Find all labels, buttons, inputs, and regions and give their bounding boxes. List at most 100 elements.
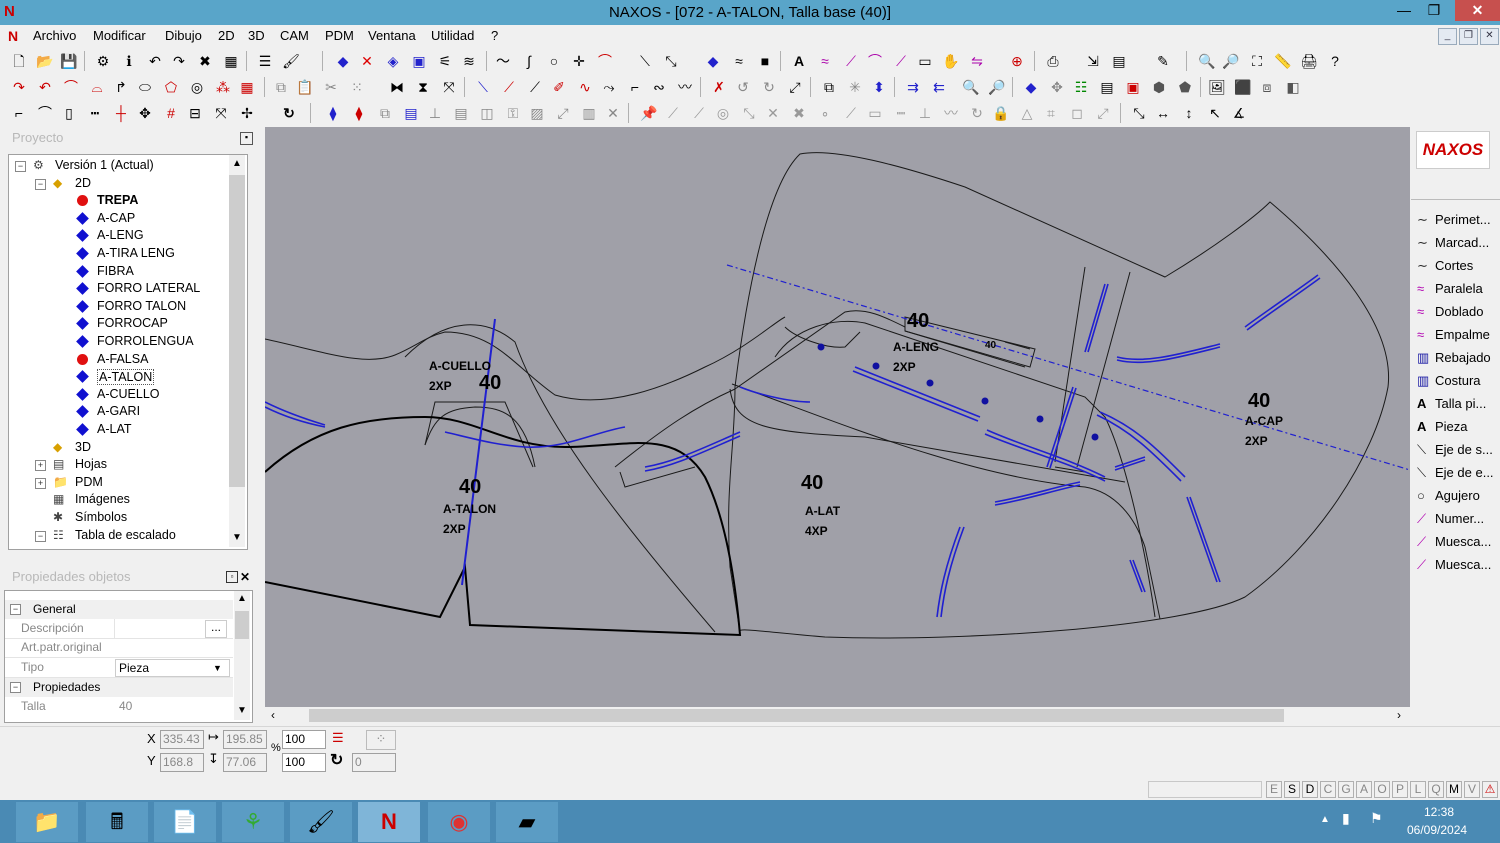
cut-line-icon[interactable]: ⟋ <box>842 52 860 70</box>
polygon-icon[interactable]: ⬠ <box>162 78 180 96</box>
node-tool-icon[interactable]: ⤡ <box>662 52 680 70</box>
palette-item-4[interactable]: ≈ Doblado <box>1417 304 1483 319</box>
grid-icon[interactable]: ▦ <box>238 78 256 96</box>
lock-gray-icon[interactable]: 🔒 <box>992 104 1010 122</box>
menu-modificar[interactable]: Modificar <box>93 28 146 43</box>
align-icon[interactable]: ⊟ <box>186 104 204 122</box>
wave-gray-icon[interactable]: 〰 <box>942 104 960 122</box>
flag-icon[interactable]: ⚑ <box>1370 810 1383 827</box>
trim-icon[interactable]: ⤧ <box>440 78 458 96</box>
diamond-tool-icon[interactable]: ◆ <box>704 52 722 70</box>
canvas-h-scrollbar[interactable]: ‹ › <box>265 707 1410 724</box>
line-tool-icon[interactable]: ⟍ <box>636 52 654 70</box>
box-gray-icon[interactable]: ◻ <box>1068 104 1086 122</box>
printer-icon[interactable]: 🖨 <box>1300 52 1318 70</box>
corner-round-icon[interactable]: ⌒ <box>36 104 54 122</box>
search-alt-icon[interactable]: 🔎 <box>988 78 1006 96</box>
mdi-close-button[interactable]: ✕ <box>1480 28 1499 45</box>
shape-icon[interactable]: ⬟ <box>1176 78 1194 96</box>
export-icon[interactable]: ⇲ <box>1084 52 1102 70</box>
palette-item-10[interactable]: ⟍ Eje de s... <box>1417 442 1493 458</box>
drawing-canvas[interactable]: A-CUELLO 2XP 40 A-TALON 2XP 40 A-LENG 2X… <box>264 127 1411 707</box>
status-toggle-q[interactable]: Q <box>1428 781 1444 798</box>
transform-icon[interactable]: ⚟ <box>436 52 454 70</box>
naxos-icon[interactable]: N <box>358 802 420 842</box>
split-icon[interactable]: ◫ <box>478 104 496 122</box>
document-blue-icon[interactable]: ▤ <box>402 104 420 122</box>
status-toggle-a[interactable]: A <box>1356 781 1372 798</box>
explorer-icon[interactable]: 📁 <box>16 802 78 842</box>
pin-blue-icon[interactable]: 📌 <box>640 104 658 122</box>
paint-icon[interactable]: 🖌 <box>290 802 352 842</box>
paint-bucket-icon[interactable]: 🖌 <box>282 52 300 70</box>
layers-icon[interactable]: ☰ <box>256 52 274 70</box>
dual-diamond-red-icon[interactable]: ⧫ <box>350 104 368 122</box>
mdi-restore-button[interactable]: ❐ <box>1459 28 1478 45</box>
spline-icon[interactable]: ∫ <box>520 52 538 70</box>
measure-tool-icon[interactable]: ⊕ <box>1008 52 1026 70</box>
scroll-right-icon[interactable]: › <box>1397 708 1401 722</box>
menu-utilidad[interactable]: Utilidad <box>431 28 474 43</box>
notes-icon[interactable]: ▰ <box>496 802 558 842</box>
status-toggle-m[interactable]: M <box>1446 781 1462 798</box>
palette-item-11[interactable]: ⟍ Eje de e... <box>1417 465 1494 481</box>
palette-item-12[interactable]: ○ Agujero <box>1417 488 1480 503</box>
scroll-down-icon[interactable]: ▼ <box>232 532 242 543</box>
collapse-icon[interactable]: − <box>10 682 21 693</box>
scale-icon[interactable]: ⤢ <box>786 78 804 96</box>
table-green-icon[interactable]: ☷ <box>1072 78 1090 96</box>
properties-icon[interactable]: ▦ <box>222 52 240 70</box>
collapse-icon[interactable]: − <box>35 530 46 542</box>
window-red-icon[interactable]: ▣ <box>1124 78 1142 96</box>
angle-icon[interactable]: ∡ <box>1230 104 1248 122</box>
copy-icon[interactable]: ⧉ <box>272 78 290 96</box>
line-gray2-icon[interactable]: ⟋ <box>690 104 708 122</box>
panel-close-icon[interactable]: ✕ <box>240 570 250 584</box>
palette-item-7[interactable]: ▥ Costura <box>1417 373 1481 389</box>
status-toggle-e[interactable]: E <box>1266 781 1282 798</box>
open-folder-icon[interactable]: 📂 <box>36 52 54 70</box>
copy-gray-icon[interactable]: ⧉ <box>376 104 394 122</box>
corner-icon[interactable]: ⌐ <box>10 104 28 122</box>
arc-cw-icon[interactable]: ↷ <box>10 78 28 96</box>
send-icon[interactable]: ⇉ <box>904 78 922 96</box>
palette-item-9[interactable]: A Pieza <box>1417 419 1468 434</box>
marker-icon[interactable]: ✎ <box>1154 52 1172 70</box>
zoom-out-icon[interactable]: 🔎 <box>1222 52 1240 70</box>
ruler-gray-icon[interactable]: ▭ <box>866 104 884 122</box>
hand-tool-icon[interactable]: ✋ <box>942 52 960 70</box>
x-gray2-icon[interactable]: ✖ <box>790 104 808 122</box>
arc-ccw-icon[interactable]: ↶ <box>36 78 54 96</box>
info-icon[interactable]: ℹ <box>120 52 138 70</box>
refresh-icon[interactable]: ↻ <box>280 104 298 122</box>
cube-icon[interactable]: ⬛ <box>1234 78 1252 96</box>
status-toggle-l[interactable]: L <box>1410 781 1426 798</box>
fill-tool-icon[interactable]: ■ <box>756 52 774 70</box>
status-toggle-s[interactable]: S <box>1284 781 1300 798</box>
prop-row-talla[interactable]: Talla 40 <box>5 697 233 716</box>
new-file-icon[interactable]: 🗋 <box>10 52 28 70</box>
pin-icon[interactable]: ✗ <box>710 78 728 96</box>
palette-item-14[interactable]: ⟋ Muesca... <box>1417 534 1491 550</box>
dual-diamond-icon[interactable]: ⧫ <box>324 104 342 122</box>
wave-icon[interactable]: 〰 <box>676 78 694 96</box>
minimize-button[interactable]: — <box>1390 0 1418 21</box>
ellipsis-button[interactable]: ... <box>205 620 227 638</box>
clock-date[interactable]: 06/09/2024 <box>1407 823 1467 837</box>
mirror-v-icon[interactable]: ⧗ <box>414 78 432 96</box>
menu-cam[interactable]: CAM <box>280 28 309 43</box>
text-tool-icon[interactable]: A <box>790 52 808 70</box>
dropdown-arrow-icon[interactable]: ▼ <box>213 659 222 678</box>
dot-gray-icon[interactable]: ∘ <box>816 104 834 122</box>
scroll-up-icon[interactable]: ▲ <box>237 593 247 604</box>
height-field[interactable]: 77.06 <box>223 753 267 772</box>
menu-2d[interactable]: 2D <box>218 28 235 43</box>
parallel-tool-icon[interactable]: ≈ <box>816 52 834 70</box>
diag-gray-icon[interactable]: ⤡ <box>740 104 758 122</box>
width-field[interactable]: 195.85 <box>223 730 267 749</box>
rotate-gray-icon[interactable]: ↻ <box>968 104 986 122</box>
piece-left-icon[interactable]: ◆ <box>1022 78 1040 96</box>
status-toggle-o[interactable]: O <box>1374 781 1390 798</box>
prop-row-art-patr[interactable]: Art.patr.original <box>5 638 233 658</box>
mirror-tool-icon[interactable]: ⇋ <box>968 52 986 70</box>
